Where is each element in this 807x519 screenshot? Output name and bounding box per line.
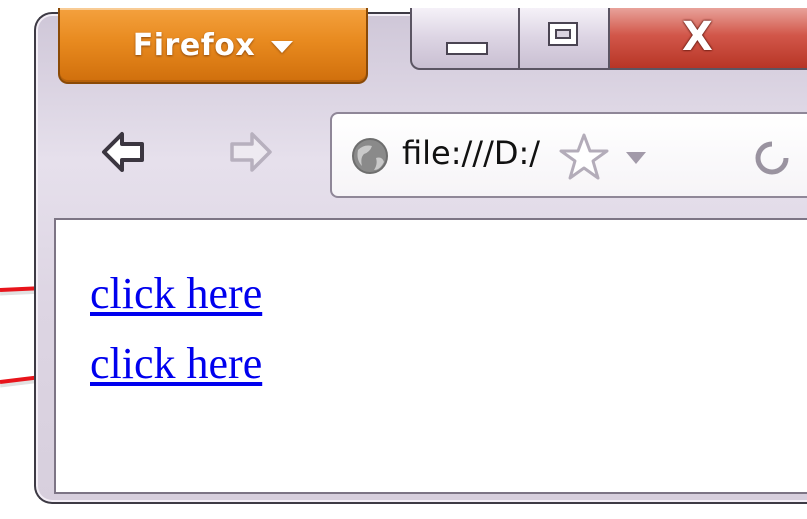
back-arrow-icon[interactable]	[100, 128, 148, 176]
maximize-icon	[548, 22, 578, 46]
reload-icon[interactable]	[752, 138, 792, 178]
minimize-button[interactable]	[410, 8, 520, 70]
minimize-icon	[446, 42, 488, 55]
page-content: click here click here	[54, 218, 807, 494]
dropdown-icon[interactable]	[626, 152, 646, 164]
chevron-down-icon	[271, 41, 294, 53]
screenshot: Firefox X file:///D:/ click here click h…	[0, 0, 807, 519]
firefox-menu-label: Firefox	[132, 27, 256, 63]
firefox-menu-button[interactable]: Firefox	[58, 8, 368, 84]
link-click-here-2[interactable]: click here	[90, 342, 262, 386]
globe-icon	[352, 138, 388, 174]
link-click-here-1[interactable]: click here	[90, 272, 262, 316]
url-bar[interactable]: file:///D:/	[330, 112, 807, 198]
star-icon[interactable]	[558, 132, 610, 182]
close-icon: X	[682, 14, 713, 60]
url-text: file:///D:/	[402, 134, 541, 172]
maximize-button[interactable]	[518, 8, 610, 70]
forward-arrow-icon[interactable]	[226, 128, 274, 176]
close-button[interactable]: X	[608, 8, 807, 70]
